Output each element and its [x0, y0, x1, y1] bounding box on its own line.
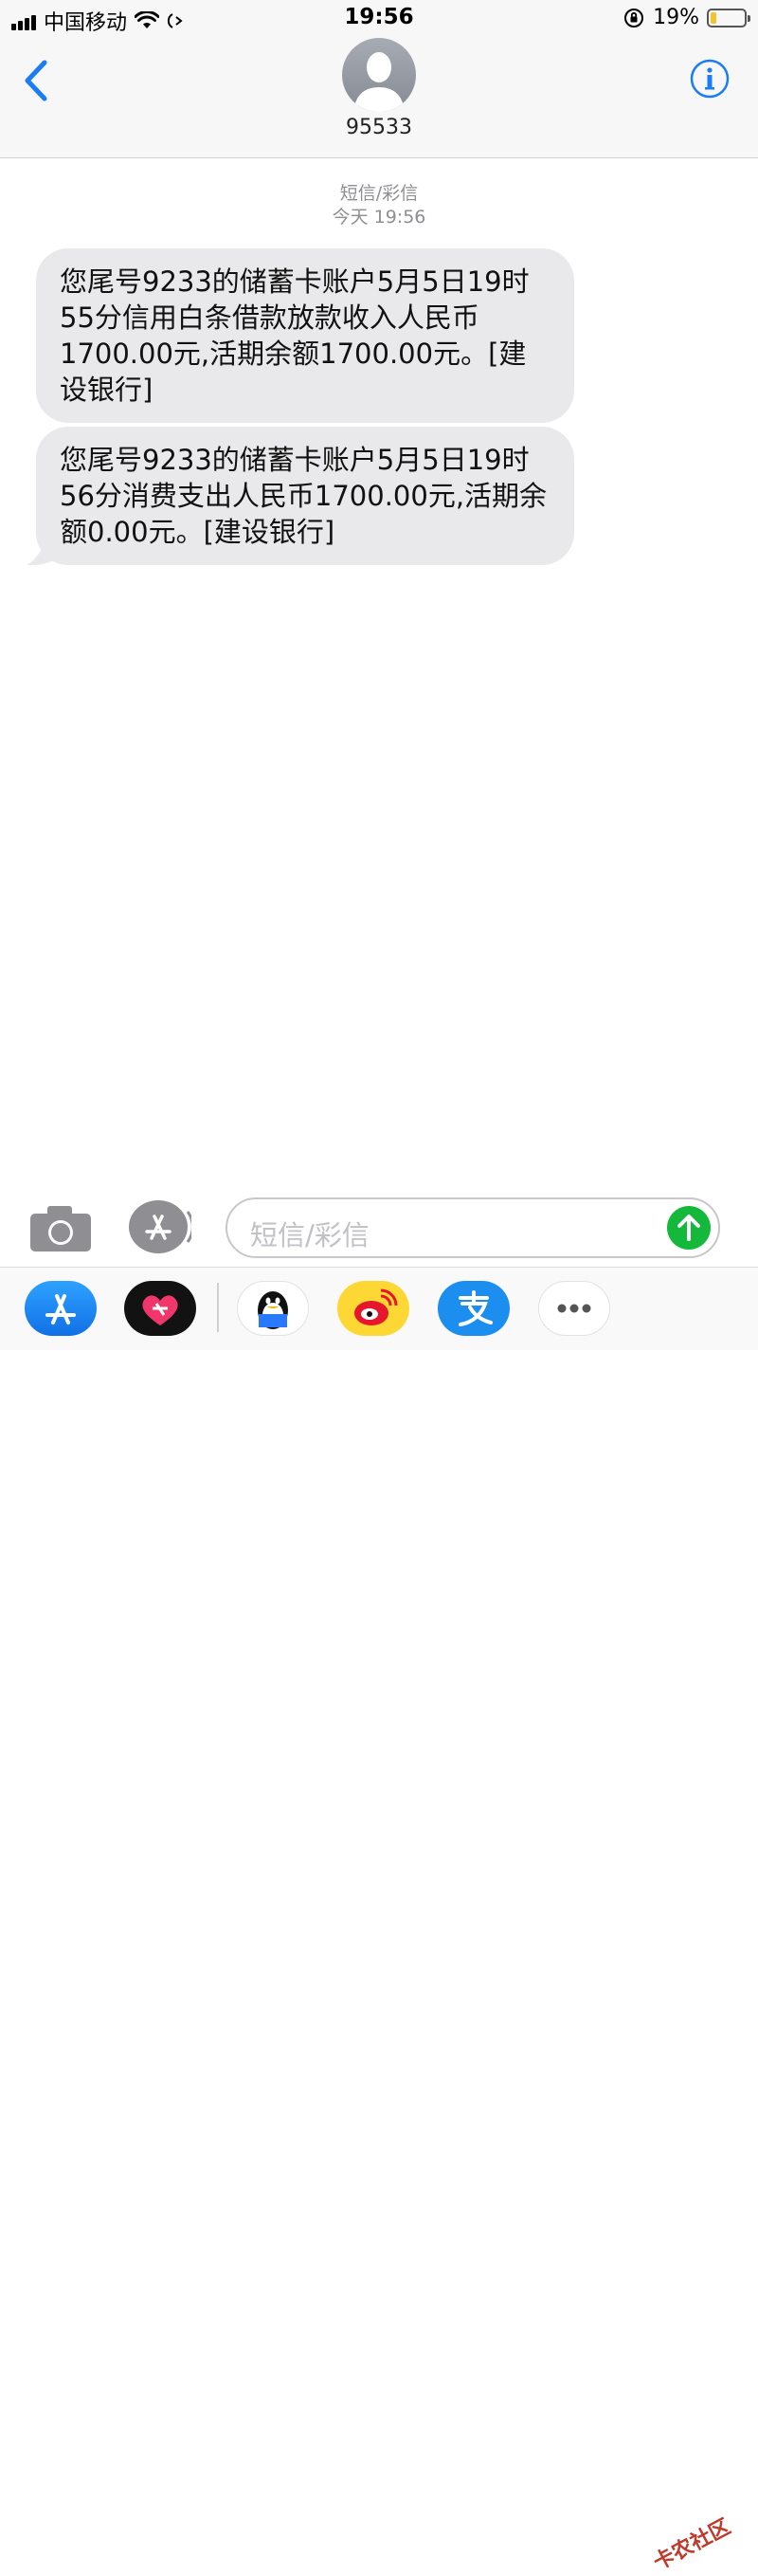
digital-touch-heart-icon[interactable] — [124, 1281, 196, 1336]
service-label: 短信/彩信 — [339, 183, 419, 204]
status-right: 19% — [623, 6, 750, 29]
battery-percent: 19% — [653, 6, 699, 29]
app-store-icon[interactable] — [129, 1200, 191, 1253]
orientation-lock-icon — [624, 8, 644, 27]
watermark: 卡农社区 — [649, 2514, 735, 2576]
app-store-icon[interactable] — [25, 1281, 97, 1336]
info-icon[interactable] — [690, 59, 730, 99]
chevron-left-icon[interactable] — [19, 57, 57, 104]
alipay-icon[interactable] — [438, 1281, 510, 1336]
message-input[interactable]: 短信/彩信 — [226, 1197, 720, 1258]
send-arrow-icon[interactable] — [667, 1206, 711, 1250]
conversation-header: 95533 — [0, 38, 758, 158]
message-input-placeholder: 短信/彩信 — [250, 1219, 370, 1251]
message-bubble[interactable]: 您尾号9233的储蓄卡账户5月5日19时55分信用白条借款放款收入人民币1700… — [36, 248, 574, 423]
app-drawer-divider — [217, 1283, 219, 1332]
message-timestamp: 今天 19:56 — [332, 207, 426, 228]
contact-name[interactable]: 95533 — [0, 116, 758, 139]
camera-icon[interactable] — [30, 1206, 91, 1251]
composer-row: 短信/彩信 — [0, 1193, 758, 1265]
more-dots-icon[interactable] — [538, 1281, 610, 1336]
status-bar: 中国移动 19:56 19% — [0, 0, 758, 38]
message-bubble[interactable]: 您尾号9233的储蓄卡账户5月5日19时56分消费支出人民币1700.00元,活… — [36, 427, 574, 565]
bubble-tail — [27, 527, 63, 566]
weibo-icon[interactable] — [337, 1281, 409, 1336]
imessage-app-drawer: 卡农社区 — [0, 1267, 758, 2575]
person-silhouette-icon — [353, 52, 405, 112]
qq-penguin-icon[interactable] — [237, 1281, 309, 1336]
battery-level-fill — [711, 11, 716, 24]
battery-icon — [707, 8, 750, 27]
contact-avatar[interactable] — [342, 38, 416, 112]
conversation-meta: 短信/彩信 今天 19:56 — [0, 182, 758, 229]
